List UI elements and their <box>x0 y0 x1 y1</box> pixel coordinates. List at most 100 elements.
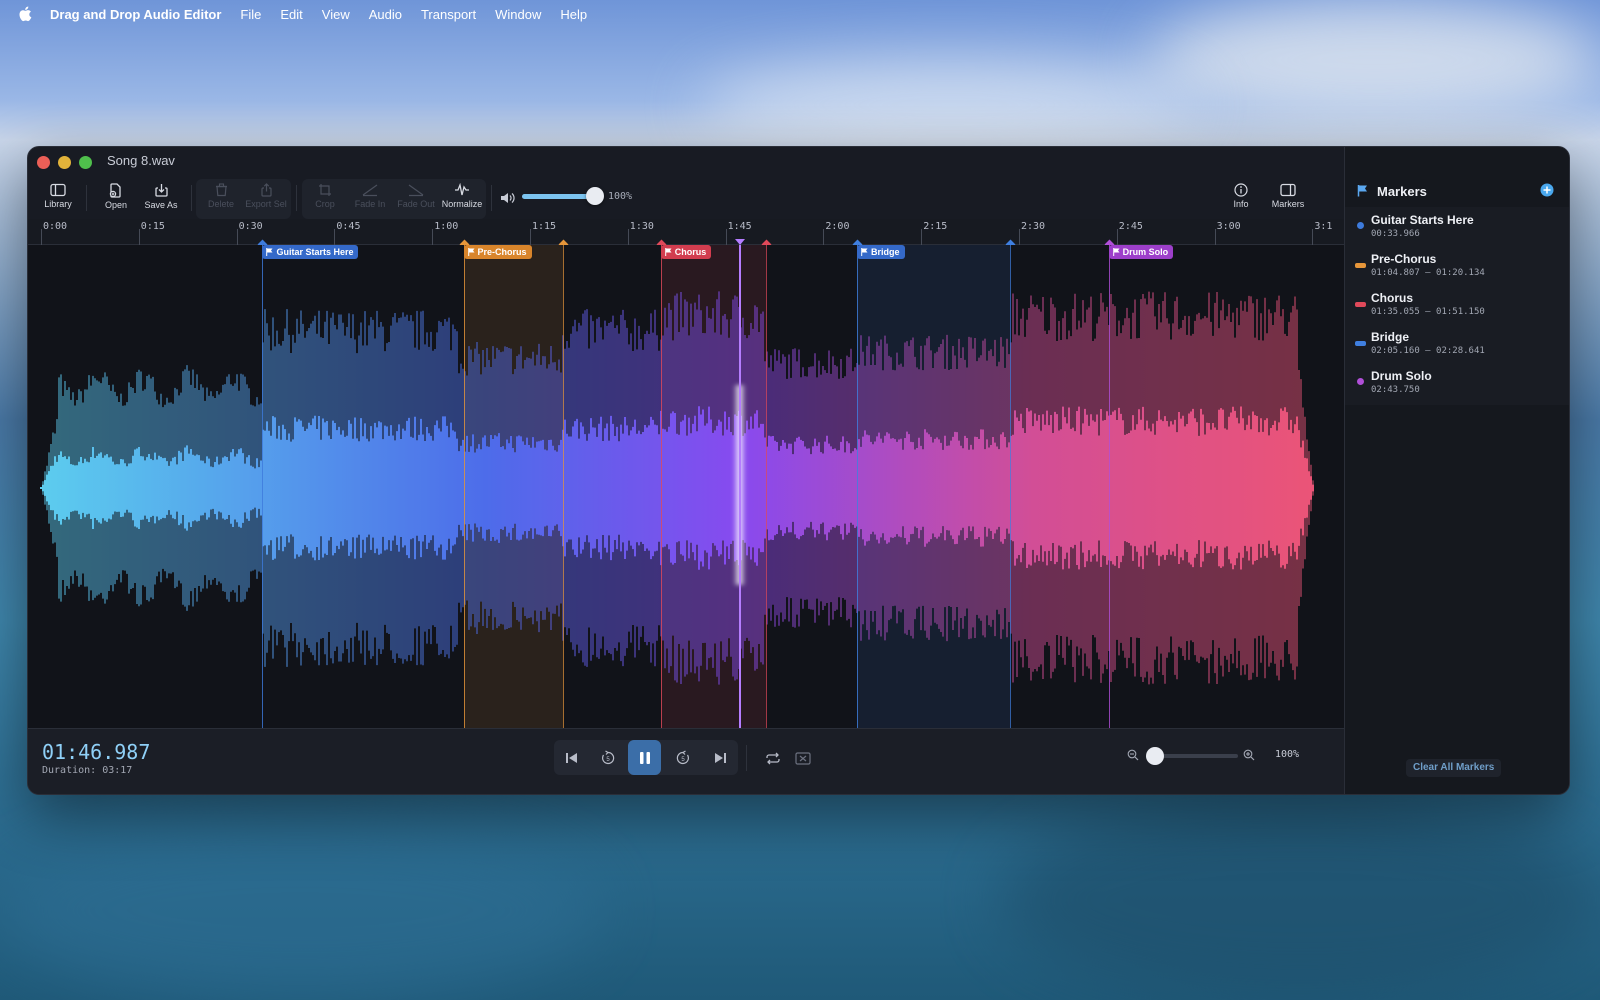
ruler-tick <box>627 229 629 245</box>
info-label: Info <box>1233 199 1249 209</box>
region-swatch <box>1355 302 1366 307</box>
normalize-button[interactable]: Normalize <box>438 183 486 217</box>
ruler-label: 3:00 <box>1216 221 1241 232</box>
ruler-tick <box>138 229 140 245</box>
marker-dot <box>1357 222 1364 229</box>
title-bar: Song 8.wav <box>28 147 1344 175</box>
skip-to-end-button[interactable] <box>705 743 735 773</box>
minimize-window-button[interactable] <box>58 156 71 169</box>
playhead[interactable] <box>738 245 741 728</box>
skip-forward-icon <box>714 753 726 763</box>
transport-bar: 01:46.987 Duration: 03:17 5 5 100% <box>28 728 1344 794</box>
marker-time: 01:35.055 — 01:51.150 <box>1371 307 1485 317</box>
ruler-tick <box>432 229 434 245</box>
time-ruler[interactable]: 0:00 0:15 0:30 0:45 1:00 1:15 1:30 1:45 2:00 2:15… <box>28 219 1344 250</box>
zoom-slider-knob[interactable] <box>1146 747 1164 765</box>
info-icon <box>1234 183 1248 197</box>
menu-view[interactable]: View <box>322 7 350 22</box>
ruler-label: 2:30 <box>1021 221 1046 232</box>
marker-list-item[interactable]: Bridge 02:05.160 — 02:28.641 <box>1345 324 1569 362</box>
loop-button[interactable] <box>758 743 788 773</box>
marker-list-item[interactable]: Chorus 01:35.055 — 01:51.150 <box>1345 285 1569 323</box>
marker-line[interactable] <box>463 245 465 728</box>
menu-window[interactable]: Window <box>495 7 541 22</box>
volume-slider-knob[interactable] <box>586 187 604 205</box>
marker-line[interactable] <box>1108 245 1110 728</box>
marker-tag[interactable]: Chorus <box>660 245 712 259</box>
zoom-out-icon[interactable] <box>1127 749 1139 761</box>
markers-toggle-label: Markers <box>1271 199 1305 209</box>
marker-tag[interactable]: Drum Solo <box>1108 245 1174 259</box>
marker-region-end-line[interactable] <box>1010 245 1012 728</box>
forward-5-icon: 5 <box>676 750 689 765</box>
close-window-button[interactable] <box>37 156 50 169</box>
marker-list-item[interactable]: Pre-Chorus 01:04.807 — 01:20.134 <box>1345 246 1569 284</box>
forward-5-button[interactable]: 5 <box>668 743 698 773</box>
region-swatch <box>1355 263 1366 268</box>
svg-text:5: 5 <box>681 757 685 763</box>
marker-time: 01:04.807 — 01:20.134 <box>1371 268 1485 278</box>
marker-tag[interactable]: Bridge <box>857 245 905 259</box>
ruler-tick <box>1019 229 1020 245</box>
menu-edit[interactable]: Edit <box>280 7 302 22</box>
marker-list-item[interactable]: Guitar Starts Here 00:33.966 <box>1345 207 1569 245</box>
marker-name: Chorus <box>1371 291 1413 305</box>
ruler-label: 0:00 <box>43 221 68 232</box>
ruler-tick <box>1312 229 1314 245</box>
apple-logo-icon[interactable] <box>18 6 32 22</box>
fade-out-button[interactable]: Fade Out <box>392 183 440 217</box>
menu-audio[interactable]: Audio <box>369 7 402 22</box>
flag-icon <box>1357 185 1367 197</box>
marker-tag[interactable]: Pre-Chorus <box>463 245 532 259</box>
marker-tag-label: Chorus <box>674 247 707 257</box>
markers-list: Guitar Starts Here 00:33.966 Pre-Chorus 01:… <box>1345 207 1569 405</box>
marker-name: Drum Solo <box>1371 369 1432 383</box>
marker-list-item[interactable]: Drum Solo 02:43.750 <box>1345 363 1569 401</box>
zoom-window-button[interactable] <box>79 156 92 169</box>
marker-line[interactable] <box>857 245 859 728</box>
crop-button[interactable]: Crop <box>301 183 349 217</box>
current-time: 01:46.987 <box>42 740 151 764</box>
fade-in-label: Fade In <box>354 199 386 209</box>
toolbar: Library Open Save As Delete Export Sel C… <box>28 175 1344 219</box>
ruler-label: 1:00 <box>434 221 459 232</box>
open-button[interactable]: Open <box>92 183 140 217</box>
zoom-slider[interactable] <box>1146 747 1238 765</box>
flag-icon <box>467 248 475 256</box>
skip-to-start-button[interactable] <box>556 743 586 773</box>
app-name-menu[interactable]: Drag and Drop Audio Editor <box>50 7 221 22</box>
menu-file[interactable]: File <box>240 7 261 22</box>
save-as-label: Save As <box>144 200 178 210</box>
rewind-5-icon: 5 <box>602 750 615 765</box>
volume-slider[interactable] <box>522 187 604 205</box>
export-selection-button[interactable]: Export Sel <box>242 183 290 217</box>
library-label: Library <box>44 199 72 209</box>
menu-bar: Drag and Drop Audio Editor File Edit Vie… <box>0 0 1600 28</box>
fade-in-button[interactable]: Fade In <box>346 183 394 217</box>
library-button[interactable]: Library <box>34 183 82 217</box>
waveform <box>40 291 1314 685</box>
sidebar-right-icon <box>1280 183 1296 197</box>
menu-help[interactable]: Help <box>560 7 587 22</box>
clear-selection-button[interactable] <box>788 743 818 773</box>
info-button[interactable]: Info <box>1217 183 1265 217</box>
add-marker-icon[interactable] <box>1540 183 1554 197</box>
waveform-view[interactable]: Guitar Starts Here Pre-Chorus Chorus Bridge… <box>28 245 1344 728</box>
marker-region-end-line[interactable] <box>563 245 565 728</box>
markers-toggle-button[interactable]: Markers <box>1264 183 1312 217</box>
marker-tag-label: Drum Solo <box>1122 247 1169 257</box>
clear-all-markers-button[interactable]: Clear All Markers <box>1406 759 1502 777</box>
ruler-tick <box>334 229 336 245</box>
marker-region-end-line[interactable] <box>765 245 767 728</box>
speaker-icon[interactable] <box>499 191 517 205</box>
marker-tag[interactable]: Guitar Starts Here <box>262 245 359 259</box>
menu-transport[interactable]: Transport <box>421 7 476 22</box>
rewind-5-button[interactable]: 5 <box>593 743 623 773</box>
delete-button[interactable]: Delete <box>197 183 245 217</box>
marker-line[interactable] <box>262 245 264 728</box>
marker-line[interactable] <box>660 245 662 728</box>
zoom-in-icon[interactable] <box>1243 749 1255 761</box>
pause-button[interactable] <box>628 740 661 775</box>
fade-out-icon <box>408 184 424 197</box>
save-as-button[interactable]: Save As <box>137 183 185 217</box>
